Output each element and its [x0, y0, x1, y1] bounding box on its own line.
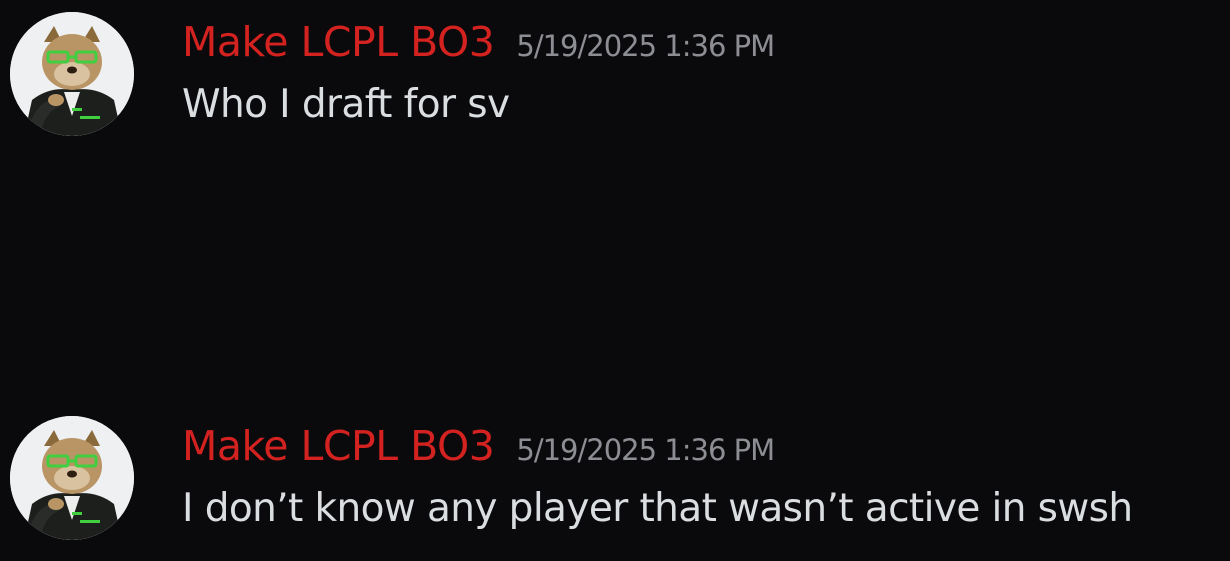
user-avatar[interactable]	[10, 416, 134, 540]
dog-in-suit-avatar-icon	[10, 416, 134, 540]
dog-in-suit-avatar-icon	[10, 12, 134, 136]
chat-message-list: Make LCPL BO3 5/19/2025 1:36 PM Who I dra…	[0, 0, 1230, 561]
message-text: Who I draft for sv	[182, 82, 510, 127]
message-header: Make LCPL BO3 5/19/2025 1:36 PM	[182, 420, 775, 472]
message-header: Make LCPL BO3 5/19/2025 1:36 PM	[182, 16, 775, 68]
username[interactable]: Make LCPL BO3	[182, 420, 495, 472]
message-text: I don’t know any player that wasn’t acti…	[182, 486, 1133, 531]
message-timestamp[interactable]: 5/19/2025 1:36 PM	[516, 20, 775, 72]
user-avatar[interactable]	[10, 12, 134, 136]
chat-message: Make LCPL BO3 5/19/2025 1:36 PM I don’t k…	[0, 412, 1230, 542]
username[interactable]: Make LCPL BO3	[182, 16, 495, 68]
message-timestamp[interactable]: 5/19/2025 1:36 PM	[516, 424, 775, 476]
chat-message: Make LCPL BO3 5/19/2025 1:36 PM Who I dra…	[0, 8, 1230, 138]
